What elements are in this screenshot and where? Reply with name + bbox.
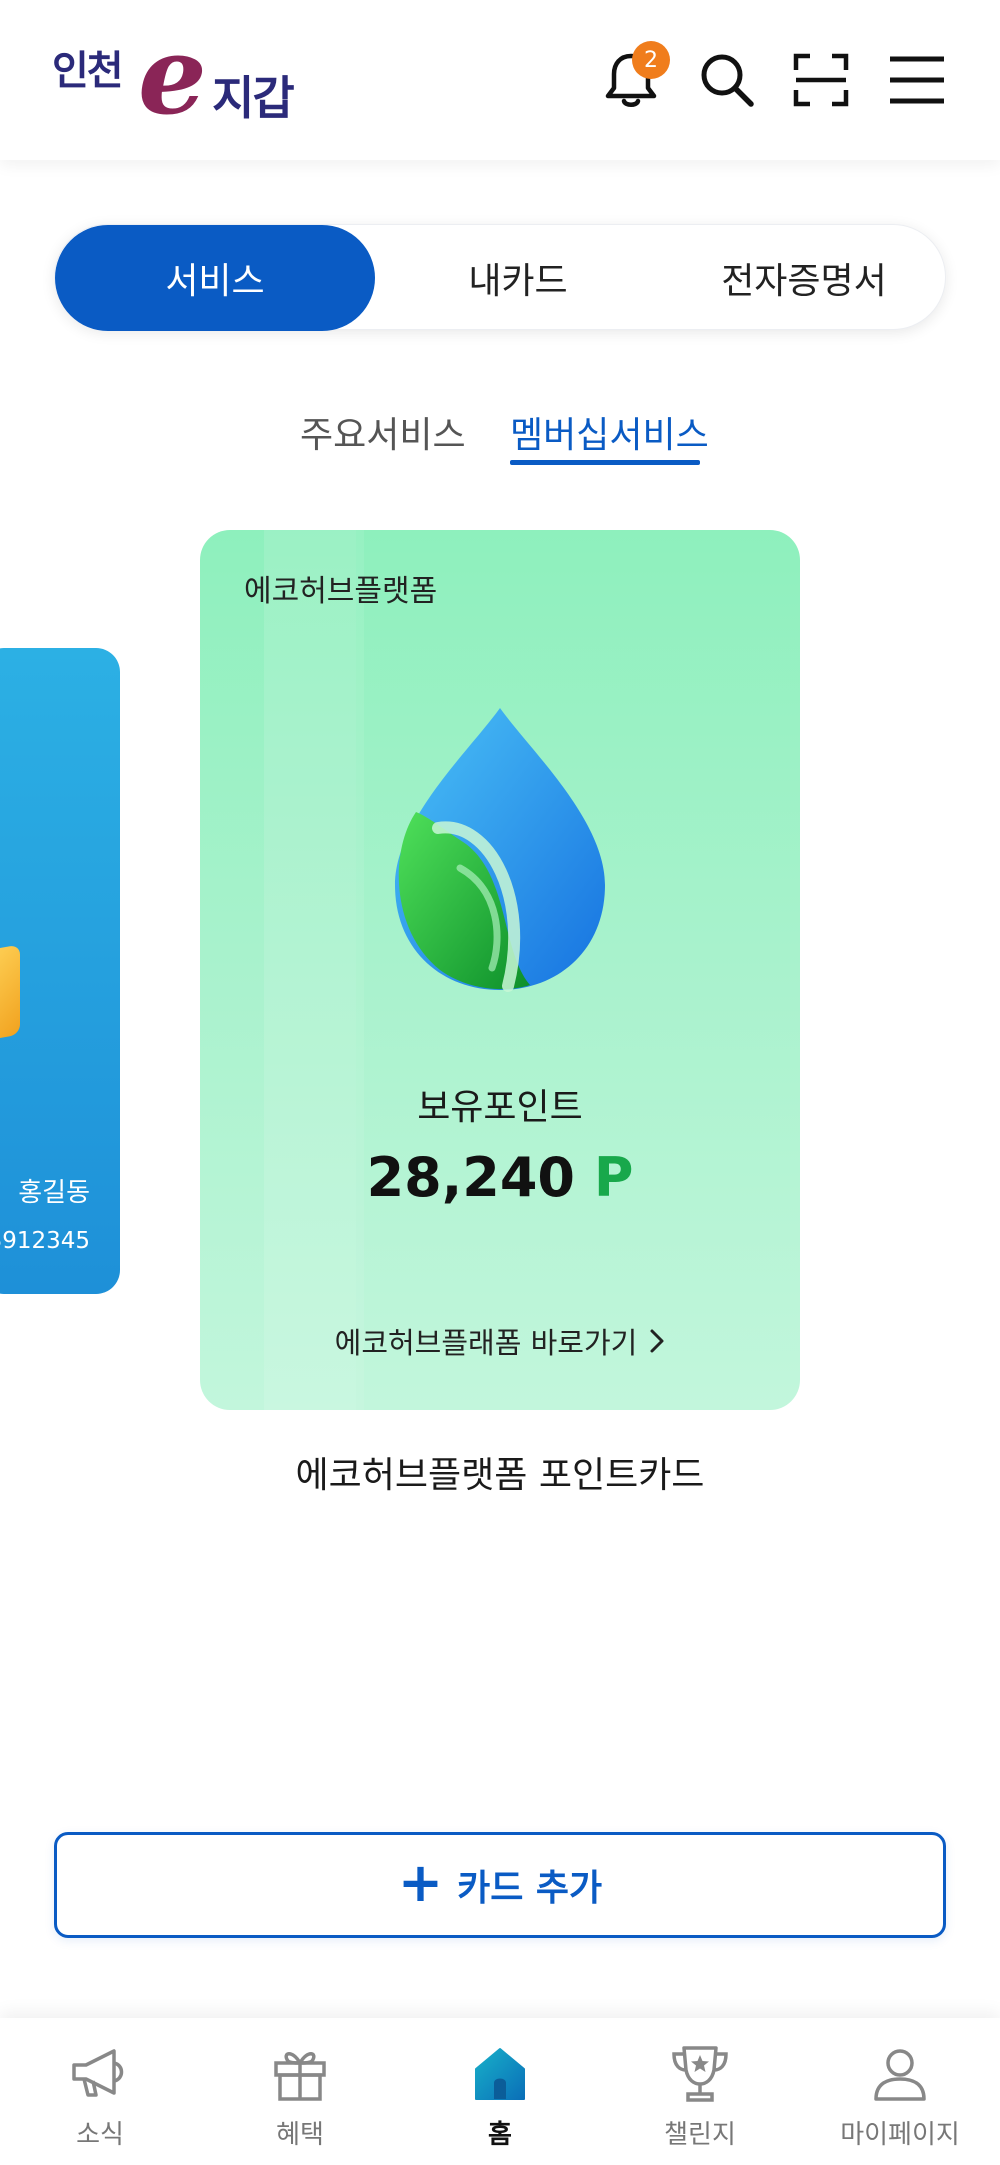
card-stripe — [264, 530, 356, 1410]
shortcut-link-label: 에코허브플래폼 바로가기 — [334, 1326, 638, 1360]
nav-item-home[interactable]: 홈 — [400, 2018, 600, 2165]
search-icon — [701, 54, 754, 107]
logo-e-mark: e — [138, 13, 207, 139]
segment-my-card[interactable]: 내카드 — [375, 225, 661, 331]
add-card-label: 카드 추가 — [457, 1868, 603, 1909]
subtab-main-service[interactable]: 주요서비스 — [300, 406, 466, 458]
app-logo[interactable]: 인천 e 지갑 — [52, 22, 312, 130]
chevron-right-icon — [650, 1329, 664, 1353]
main-segment-control: 서비스 내카드 전자증명서 — [54, 224, 947, 331]
card-title: 에코허브플랫폼 포인트카드 — [295, 1455, 705, 1496]
plus-icon: + — [397, 1851, 444, 1914]
points-unit: P — [593, 1146, 634, 1209]
hamburger-icon — [890, 56, 944, 104]
nav-label-home: 홈 — [488, 2120, 512, 2150]
nav-item-mypage[interactable]: 마이페이지 — [800, 2018, 1000, 2165]
home-icon — [475, 2048, 525, 2100]
card-holder-name: 홍길동 — [18, 1178, 90, 1208]
logo-text-right: 지갑 — [212, 71, 295, 125]
trophy-icon — [672, 2046, 728, 2102]
scan-icon — [793, 53, 849, 107]
nav-label-news: 소식 — [76, 2120, 124, 2150]
bottom-navigation: 소식 혜택 홈 챌린지 마이페이지 — [0, 2018, 1000, 2165]
card-illustration — [0, 944, 20, 1042]
points-value: 28,240 — [366, 1146, 575, 1209]
nav-label-mypage: 마이페이지 — [840, 2120, 960, 2150]
card-brand: 에코허브플랫폼 — [244, 574, 438, 609]
subtab-active-indicator — [510, 460, 700, 465]
segment-service[interactable]: 서비스 — [55, 225, 375, 331]
nav-item-news[interactable]: 소식 — [0, 2018, 200, 2165]
nav-item-benefits[interactable]: 혜택 — [200, 2018, 400, 2165]
logo-text-left: 인천 — [52, 48, 124, 94]
nav-item-challenge[interactable]: 챌린지 — [600, 2018, 800, 2165]
points-value-row: 28,240 P — [200, 1146, 800, 1209]
app-header: 인천 e 지갑 2 — [0, 0, 1000, 160]
gift-icon — [274, 2052, 326, 2101]
eco-hub-point-card[interactable]: 에코허브플랫폼 보유포인트 28,240 P 에코허브플래폼 바로가기 — [200, 530, 800, 1410]
nav-label-benefits: 혜택 — [276, 2120, 324, 2150]
menu-button[interactable] — [882, 45, 952, 115]
add-card-button[interactable]: + 카드 추가 — [54, 1832, 946, 1938]
search-button[interactable] — [692, 45, 762, 115]
card-number: 3912345 — [0, 1228, 90, 1254]
person-icon — [874, 2049, 926, 2101]
scan-button[interactable] — [786, 45, 856, 115]
eco-hub-shortcut-link[interactable]: 에코허브플래폼 바로가기 — [200, 1320, 800, 1362]
segment-e-certificate[interactable]: 전자증명서 — [661, 225, 947, 331]
water-drop-leaf-icon — [395, 708, 605, 992]
notification-button[interactable]: 2 — [596, 41, 670, 115]
nav-label-challenge: 챌린지 — [664, 2120, 736, 2150]
previous-card[interactable]: 홍길동 3912345 — [0, 648, 120, 1294]
notification-badge: 2 — [632, 41, 670, 79]
card-stripe — [356, 530, 364, 1410]
megaphone-icon — [72, 2049, 124, 2097]
subtab-membership-service[interactable]: 멤버십서비스 — [510, 406, 709, 458]
points-label: 보유포인트 — [417, 1087, 583, 1128]
